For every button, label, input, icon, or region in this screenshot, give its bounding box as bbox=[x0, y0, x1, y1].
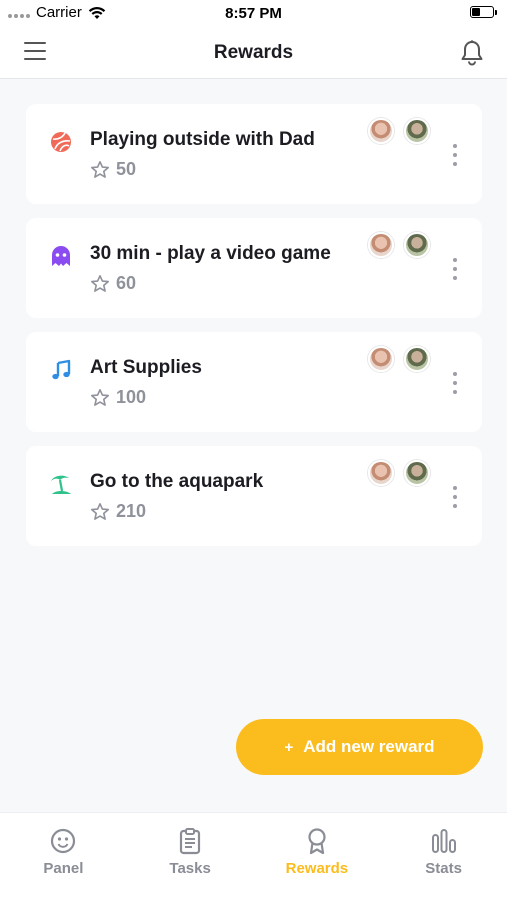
reward-title: Playing outside with Dad bbox=[90, 129, 315, 150]
assigned-avatars bbox=[368, 346, 430, 372]
tab-tasks[interactable]: Tasks bbox=[127, 813, 254, 900]
star-icon bbox=[91, 502, 109, 520]
bell-icon[interactable] bbox=[459, 39, 485, 67]
points-value: 60 bbox=[116, 273, 137, 293]
assigned-avatars bbox=[368, 460, 430, 486]
more-options-icon[interactable] bbox=[450, 486, 460, 508]
beach-icon bbox=[50, 473, 72, 495]
reward-points: 50 bbox=[90, 159, 136, 180]
add-new-reward-label: Add new reward bbox=[303, 737, 435, 756]
reward-points: 100 bbox=[90, 387, 146, 408]
plus-icon: + bbox=[284, 738, 294, 756]
more-options-icon[interactable] bbox=[450, 258, 460, 280]
more-options-icon[interactable] bbox=[450, 144, 460, 166]
points-value: 210 bbox=[116, 501, 147, 521]
avatar bbox=[404, 118, 430, 144]
smiley-icon bbox=[51, 828, 76, 854]
reward-card[interactable]: 30 min - play a video game 60 bbox=[26, 218, 482, 318]
more-options-icon[interactable] bbox=[450, 372, 460, 394]
tab-label: Tasks bbox=[169, 860, 211, 877]
star-icon bbox=[91, 274, 109, 292]
avatar bbox=[404, 346, 430, 372]
reward-card[interactable]: Go to the aquapark 210 bbox=[26, 446, 482, 546]
battery-icon bbox=[470, 6, 497, 18]
tab-label: Rewards bbox=[285, 860, 349, 877]
music-note-icon bbox=[50, 359, 72, 381]
avatar bbox=[368, 346, 394, 372]
avatar bbox=[404, 460, 430, 486]
avatar bbox=[368, 460, 394, 486]
status-time: 8:57 PM bbox=[225, 5, 282, 22]
assigned-avatars bbox=[368, 232, 430, 258]
star-icon bbox=[91, 388, 109, 406]
points-value: 100 bbox=[116, 387, 147, 407]
tab-panel[interactable]: Panel bbox=[0, 813, 127, 900]
bar-chart-icon bbox=[431, 829, 456, 853]
reward-card[interactable]: Playing outside with Dad 50 bbox=[26, 104, 482, 204]
avatar bbox=[368, 118, 394, 144]
header: Rewards bbox=[0, 28, 507, 79]
reward-title: Art Supplies bbox=[90, 357, 202, 378]
ball-icon bbox=[50, 131, 72, 153]
ghost-icon bbox=[50, 245, 72, 267]
reward-title: 30 min - play a video game bbox=[90, 243, 331, 264]
tab-label: Stats bbox=[425, 860, 462, 877]
tab-bar: Panel Tasks Rewards Stats bbox=[0, 812, 507, 900]
tab-label: Panel bbox=[43, 860, 84, 877]
medal-icon bbox=[308, 828, 326, 855]
reward-points: 60 bbox=[90, 273, 136, 294]
reward-card[interactable]: Art Supplies 100 bbox=[26, 332, 482, 432]
assigned-avatars bbox=[368, 118, 430, 144]
avatar bbox=[404, 232, 430, 258]
reward-list: Playing outside with Dad 50 30 min - pla… bbox=[26, 104, 482, 560]
page-title: Rewards bbox=[213, 42, 294, 63]
tab-rewards[interactable]: Rewards bbox=[254, 813, 381, 900]
avatar bbox=[368, 232, 394, 258]
reward-points: 210 bbox=[90, 501, 146, 522]
add-new-reward-button[interactable]: + Add new reward bbox=[236, 719, 483, 775]
reward-title: Go to the aquapark bbox=[90, 471, 264, 492]
star-icon bbox=[91, 160, 109, 178]
points-value: 50 bbox=[116, 159, 137, 179]
status-bar: Carrier 8:57 PM bbox=[0, 0, 507, 28]
tab-stats[interactable]: Stats bbox=[380, 813, 507, 900]
clipboard-icon bbox=[180, 828, 201, 855]
